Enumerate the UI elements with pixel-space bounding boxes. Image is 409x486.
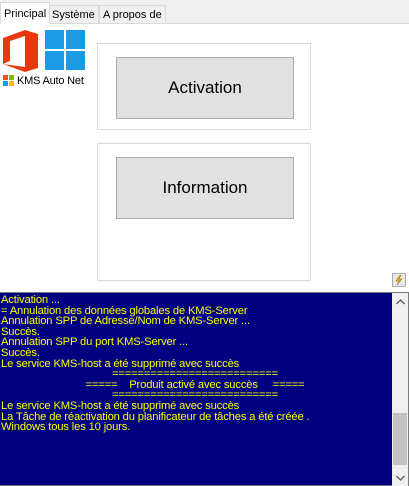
console-scrollbar[interactable] [392,293,408,486]
console-text: Activation ... = Annulation des données g… [1,295,389,433]
scroll-thumb[interactable] [393,413,407,465]
activation-button[interactable]: Activation [116,57,294,119]
tab-principal[interactable]: Principal [0,2,51,24]
console-line: Annulation SPP de Adresse/Nom de KMS-Ser… [1,315,250,328]
tab-bar: Principal Système A propos de [0,0,409,24]
office-logo-icon [3,30,38,72]
scroll-up-button[interactable] [392,293,408,310]
app-logo: KMS Auto Net [1,26,85,92]
console-line: Le service KMS-host a été supprimé avec … [1,399,240,412]
brand-label: KMS Auto Net [17,75,84,87]
information-button[interactable]: Information [116,157,294,219]
brand-row: KMS Auto Net [3,74,84,88]
tab-a-propos[interactable]: A propos de [99,5,166,24]
lightning-icon [395,275,403,285]
scroll-down-button[interactable] [392,469,408,486]
console-line: Activation ... [1,294,60,306]
utility-button[interactable] [392,273,406,287]
console-line: Succès. [1,346,40,359]
console-line: Windows tous les 10 jours. [1,421,131,434]
information-group: Information [97,143,311,281]
tab-systeme[interactable]: Système [48,5,99,24]
activation-group: Activation [97,43,311,130]
windows-logo-icon [45,30,85,70]
console-line: Annulation SPP du port KMS-Server ... [1,336,189,349]
console-output[interactable]: Activation ... = Annulation des données g… [0,292,409,486]
chevron-up-icon [395,298,405,304]
microsoft-logo-icon [3,75,15,87]
chevron-down-icon [395,475,405,481]
